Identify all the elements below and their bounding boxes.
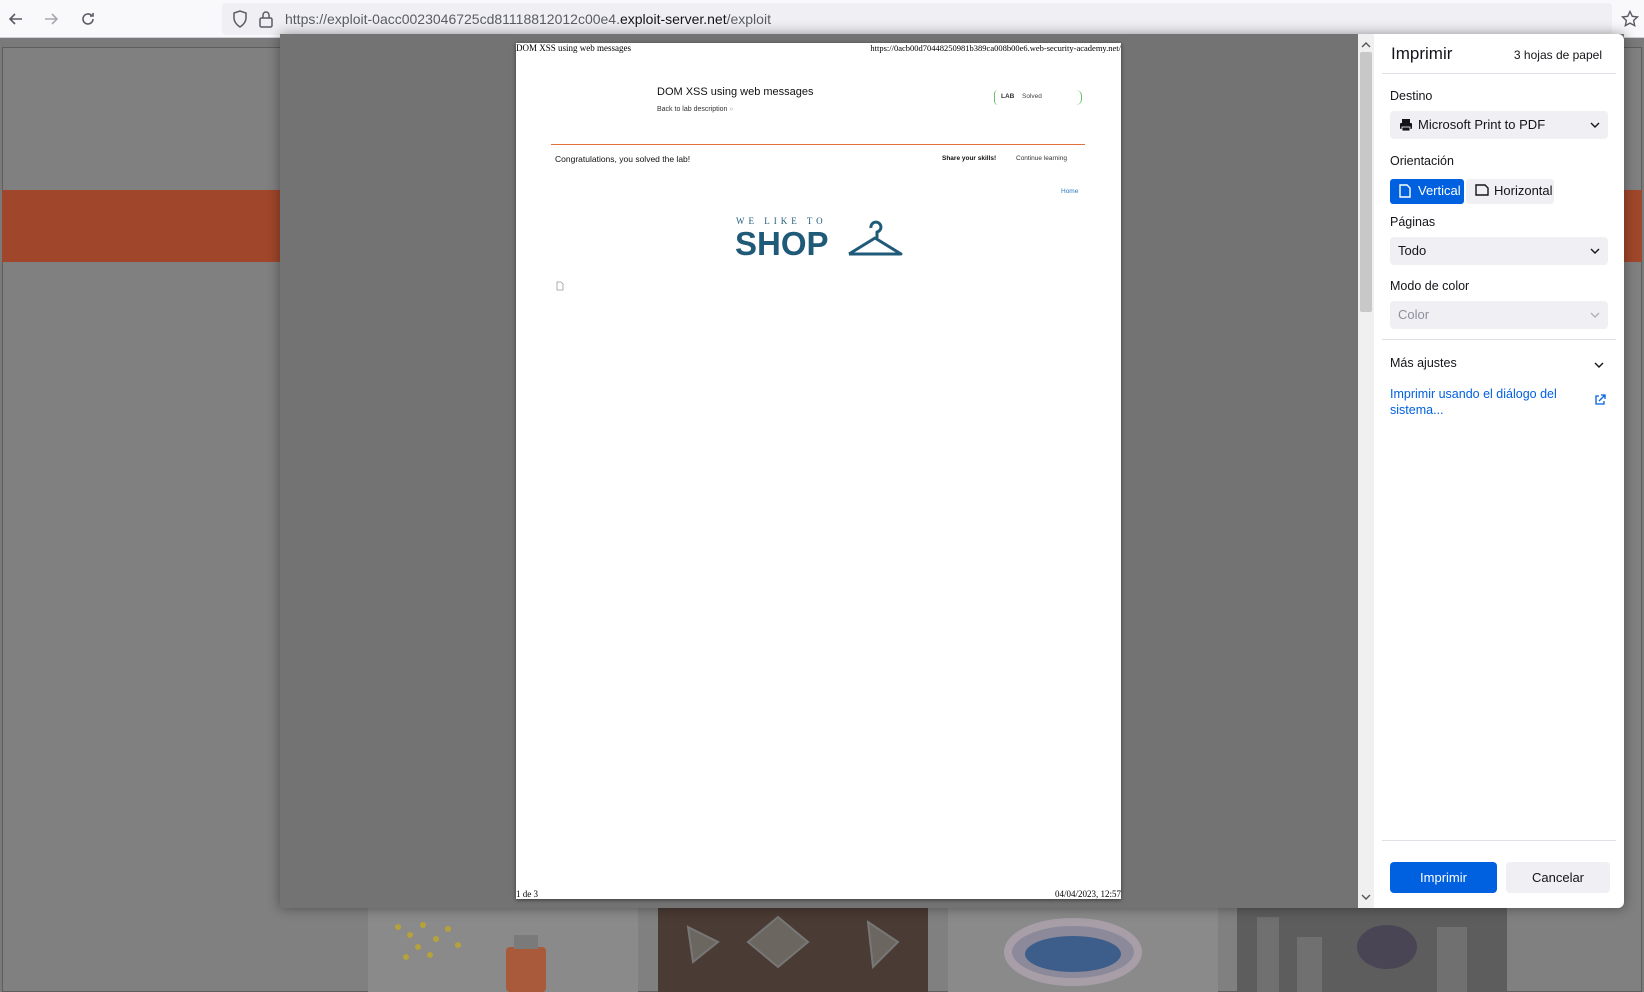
shield-icon[interactable]	[232, 10, 248, 33]
divider	[1382, 73, 1616, 74]
lock-icon[interactable]	[258, 10, 274, 33]
more-settings-label: Más ajustes	[1390, 356, 1457, 370]
status-bracket-right	[1076, 90, 1082, 105]
orientation-horizontal-label: Horizontal	[1494, 183, 1553, 198]
url-text[interactable]: https://exploit-0acc0023046725cd81118812…	[285, 11, 771, 27]
preview-lab-title: DOM XSS using web messages	[657, 86, 814, 98]
preview-scroll-thumb[interactable]	[1360, 52, 1372, 312]
preview-lab-status: LAB Solved	[994, 90, 1082, 105]
print-settings-panel: Imprimir 3 hojas de papel Destino Micros…	[1374, 34, 1624, 908]
orientation-vertical-button[interactable]: Vertical	[1390, 179, 1464, 204]
portrait-page-icon	[1399, 184, 1411, 198]
product-image-1	[368, 907, 638, 992]
browser-toolbar: https://exploit-0acc0023046725cd81118812…	[0, 0, 1644, 38]
chevron-down-icon	[1590, 248, 1600, 254]
preview-footer-date: 04/04/2023, 12:57	[1054, 889, 1121, 899]
orientation-label: Orientación	[1390, 154, 1454, 168]
external-link-icon[interactable]	[1594, 394, 1606, 406]
divider	[1382, 840, 1616, 841]
hanger-icon	[847, 218, 903, 265]
orientation-horizontal-button[interactable]: Horizontal	[1466, 179, 1554, 204]
url-prefix: https://exploit-0acc0023046725cd81118812…	[285, 11, 620, 27]
preview-orange-divider	[551, 144, 1085, 145]
chevron-down-icon[interactable]	[1594, 360, 1604, 370]
preview-share: Share your skills!	[942, 155, 997, 162]
printer-icon	[1399, 118, 1413, 135]
more-settings-toggle[interactable]: Más ajustes	[1390, 356, 1457, 370]
pages-select[interactable]: Todo	[1390, 237, 1608, 265]
cancel-button[interactable]: Cancelar	[1506, 862, 1610, 893]
preview-header-url: https://0acb00d70448250981b389ca008b00e6…	[870, 43, 1121, 53]
url-path: /exploit	[726, 11, 771, 27]
print-preview-page: DOM XSS using web messages https://0acb0…	[516, 43, 1121, 899]
preview-logo-shop: SHOP	[735, 225, 829, 262]
preview-back-link-text: Back to lab description	[657, 106, 728, 113]
forward-arrow-icon[interactable]	[39, 7, 63, 31]
preview-congrats: Congratulations, you solved the lab!	[555, 154, 691, 164]
destination-select[interactable]: Microsoft Print to PDF	[1390, 111, 1608, 139]
landscape-page-icon	[1475, 184, 1489, 196]
preview-home-link: Home	[1061, 188, 1079, 195]
print-title: Imprimir	[1391, 44, 1453, 63]
preview-header-title: DOM XSS using web messages	[516, 43, 632, 53]
chevron-down-icon	[1590, 122, 1600, 128]
scroll-down-icon[interactable]	[1361, 888, 1371, 906]
destination-label: Destino	[1390, 89, 1433, 103]
pages-label: Páginas	[1390, 215, 1436, 229]
product-image-3	[948, 907, 1218, 992]
url-domain: exploit-server.net	[619, 11, 727, 27]
product-image-2	[658, 907, 928, 992]
reload-icon[interactable]	[76, 7, 100, 31]
bookmark-star-icon[interactable]	[1618, 7, 1642, 31]
color-mode-select[interactable]: Color	[1390, 301, 1608, 329]
pages-value: Todo	[1398, 243, 1427, 258]
sheet-count: 3 hojas de papel	[1513, 48, 1602, 62]
divider	[1382, 339, 1616, 340]
destination-value: Microsoft Print to PDF	[1418, 117, 1546, 132]
preview-lab-status-text: Solved	[1022, 93, 1042, 100]
url-bar[interactable]: https://exploit-0acc0023046725cd81118812…	[222, 3, 1612, 35]
preview-continue: Continue learning	[1016, 155, 1067, 162]
preview-back-link: Back to lab description »	[657, 106, 733, 113]
print-button[interactable]: Imprimir	[1390, 862, 1497, 893]
back-arrow-icon[interactable]	[4, 7, 28, 31]
preview-lab-badge: LAB	[1001, 93, 1015, 100]
color-mode-label: Modo de color	[1390, 279, 1470, 293]
product-image-4	[1237, 907, 1507, 992]
broken-image-icon	[556, 278, 564, 296]
preview-footer-page: 1 de 3	[516, 889, 538, 899]
orientation-vertical-label: Vertical	[1418, 183, 1461, 198]
color-mode-value: Color	[1398, 307, 1430, 322]
status-bracket-left	[994, 90, 998, 105]
chevron-down-icon	[1590, 312, 1600, 318]
system-dialog-link[interactable]: Imprimir usando el diálogo del sistema..…	[1390, 386, 1570, 418]
chevron-right-icon: »	[729, 106, 734, 113]
